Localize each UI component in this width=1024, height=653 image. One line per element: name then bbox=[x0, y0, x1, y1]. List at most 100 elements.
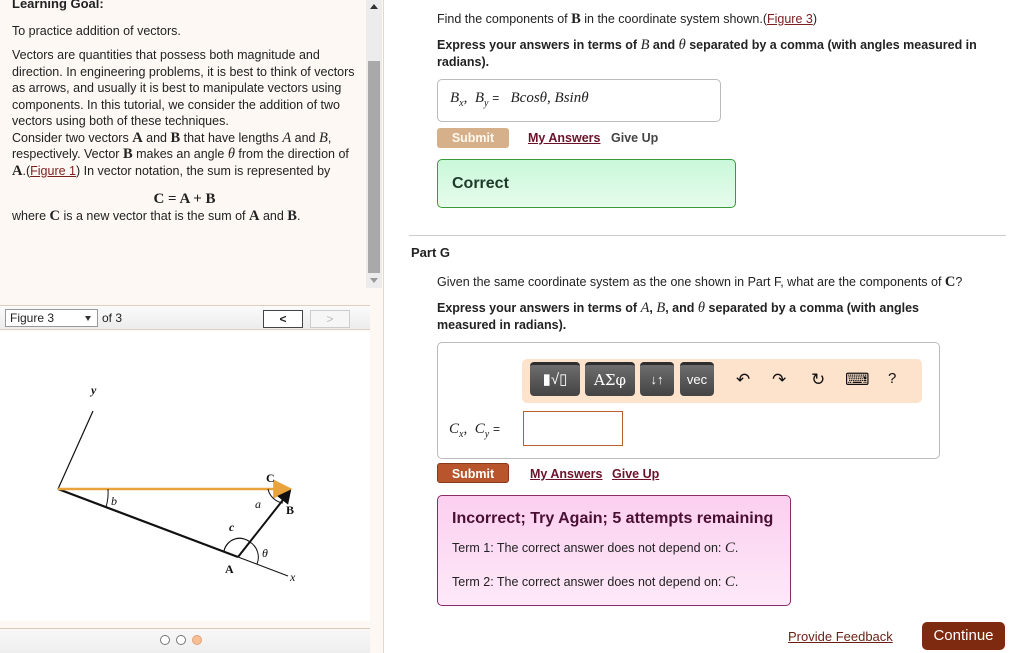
text: and bbox=[649, 38, 679, 52]
text: , and bbox=[665, 301, 698, 315]
var-C: C bbox=[724, 574, 735, 590]
figure-count: of 3 bbox=[102, 311, 123, 325]
part-g-submit-button[interactable]: Submit bbox=[437, 463, 509, 483]
text: Consider two vectors bbox=[12, 130, 133, 145]
help-icon[interactable]: ? bbox=[888, 370, 896, 387]
y-axis bbox=[57, 410, 94, 490]
part-g-title: Part G bbox=[411, 245, 451, 260]
dropdown-arrow-icon bbox=[85, 316, 91, 321]
learning-goal-heading: Learning Goal: bbox=[12, 0, 104, 11]
part-g-answer-panel: ▮√▯ ΑΣφ ↓↑ vec ↶ ↷ ↻ ⌨ ? Cx, Cy = bbox=[437, 342, 940, 459]
feedback-term-1: Term 1: The correct answer does not depe… bbox=[452, 540, 739, 556]
figure-3-link[interactable]: Figure 3 bbox=[767, 12, 813, 26]
equals-sign: = bbox=[492, 422, 500, 436]
part-f-submit-button[interactable]: Submit bbox=[437, 128, 509, 148]
learning-goal-pane: Learning Goal: To practice addition of v… bbox=[0, 0, 384, 653]
learning-goal-paragraph: Vectors are quantities that possess both… bbox=[12, 48, 355, 128]
learning-goal-scrollbar[interactable] bbox=[366, 0, 382, 288]
label-a: a bbox=[255, 497, 261, 511]
theta: θ bbox=[227, 146, 235, 162]
part-divider bbox=[409, 235, 1006, 236]
next-figure-button[interactable]: > bbox=[310, 310, 350, 328]
figure-dot-1[interactable] bbox=[160, 635, 170, 645]
label-theta: θ bbox=[262, 546, 268, 560]
length-A: A bbox=[282, 129, 292, 146]
var-theta: θ bbox=[697, 300, 706, 316]
text: and bbox=[142, 130, 171, 145]
learning-goal-content: Learning Goal: To practice addition of v… bbox=[12, 0, 357, 232]
where-sentence: where C is a new vector that is the sum … bbox=[12, 208, 357, 225]
text: .( bbox=[22, 163, 31, 178]
learning-goal-intro: To practice addition of vectors. bbox=[12, 23, 181, 38]
part-g-give-up-link[interactable]: Give Up bbox=[612, 467, 659, 481]
keyboard-icon[interactable]: ⌨ bbox=[845, 370, 870, 390]
vector-B: B bbox=[571, 11, 581, 27]
answer-label-Bx: B bbox=[450, 90, 460, 106]
equals-sign: = bbox=[492, 91, 500, 105]
scroll-down-arrow-icon[interactable] bbox=[370, 278, 378, 283]
text: and bbox=[291, 130, 319, 145]
arrows-updown-icon: ↓↑ bbox=[650, 372, 664, 387]
text: Term 2: The correct answer does not depe… bbox=[452, 575, 725, 589]
angle-b-arc bbox=[105, 488, 109, 508]
figure-dot-2[interactable] bbox=[176, 635, 186, 645]
angle-theta-arc bbox=[249, 541, 259, 565]
vector-A: A bbox=[12, 162, 23, 179]
previous-figure-button[interactable]: < bbox=[263, 310, 303, 328]
subscript-superscript-button[interactable]: ↓↑ bbox=[640, 362, 674, 396]
part-g-my-answers-link[interactable]: My Answers bbox=[530, 467, 602, 481]
text: and bbox=[259, 208, 288, 223]
templates-button[interactable]: ▮√▯ bbox=[530, 362, 580, 396]
greek-letters-button[interactable]: ΑΣφ bbox=[585, 362, 635, 396]
subscript-x: x bbox=[459, 429, 464, 440]
part-f-give-up: Give Up bbox=[611, 131, 659, 145]
vector-button[interactable]: vec bbox=[680, 362, 714, 396]
label-c: c bbox=[229, 520, 235, 534]
part-g-incorrect-feedback: Incorrect; Try Again; 5 attempts remaini… bbox=[437, 495, 791, 606]
provide-feedback-link[interactable]: Provide Feedback bbox=[788, 629, 893, 644]
answer-label-Cx: C bbox=[449, 421, 460, 437]
label-y: y bbox=[89, 383, 97, 397]
figure-select-value: Figure 3 bbox=[10, 311, 55, 325]
var-B: B bbox=[656, 300, 666, 316]
text: that have lengths bbox=[180, 130, 283, 145]
part-f-answer-box: Bx, By = Bcosθ, Bsinθ bbox=[437, 79, 721, 122]
scrollbar-thumb[interactable] bbox=[368, 61, 380, 273]
vector-A: A bbox=[132, 129, 143, 146]
figure-navigation-bar: Figure 3 of 3 < > bbox=[0, 305, 370, 330]
figure-select[interactable]: Figure 3 bbox=[5, 309, 98, 327]
label-C: C bbox=[266, 471, 275, 485]
part-f-answer-value: Bcosθ, Bsinθ bbox=[510, 90, 589, 106]
part-f-question: Find the components of B in the coordina… bbox=[437, 11, 817, 28]
angle-a-arc bbox=[267, 488, 284, 504]
figure-1-link[interactable]: Figure 1 bbox=[30, 164, 76, 178]
part-g-question: Given the same coordinate system as the … bbox=[437, 274, 962, 291]
reset-icon[interactable]: ↻ bbox=[811, 370, 825, 390]
var-C: C bbox=[724, 540, 735, 556]
figure-pagination bbox=[0, 628, 370, 653]
undo-icon[interactable]: ↶ bbox=[736, 370, 750, 390]
subscript-y: y bbox=[484, 98, 489, 109]
part-f-instruction: Express your answers in terms of B and θ… bbox=[437, 37, 1017, 70]
figure-dot-3-active[interactable] bbox=[192, 635, 202, 645]
text: from the direction of bbox=[234, 147, 349, 161]
vec-icon: vec bbox=[686, 372, 708, 387]
problem-pane: Find the components of B in the coordina… bbox=[384, 0, 1024, 653]
text: ) bbox=[812, 12, 818, 26]
part-g-answer-input[interactable] bbox=[523, 411, 623, 446]
text: Express your answers in terms of bbox=[437, 301, 641, 315]
vector-C: C bbox=[49, 207, 61, 224]
answer-label-By: B bbox=[474, 90, 485, 106]
part-f-my-answers-link[interactable]: My Answers bbox=[528, 131, 600, 145]
subscript-x: x bbox=[459, 98, 464, 109]
part-g-answer-label: Cx, Cy = bbox=[449, 421, 500, 440]
feedback-term-2: Term 2: The correct answer does not depe… bbox=[452, 574, 739, 590]
redo-icon[interactable]: ↷ bbox=[772, 370, 786, 390]
greek-icon: ΑΣφ bbox=[594, 371, 626, 389]
text: Term 1: The correct answer does not depe… bbox=[452, 541, 725, 555]
length-B: B bbox=[318, 129, 328, 146]
text: Find the components of bbox=[437, 12, 572, 26]
scroll-up-arrow-icon[interactable] bbox=[370, 4, 378, 9]
figure-3-diagram: y x b C a B c θ A bbox=[0, 331, 370, 621]
continue-button[interactable]: Continue bbox=[922, 622, 1005, 650]
